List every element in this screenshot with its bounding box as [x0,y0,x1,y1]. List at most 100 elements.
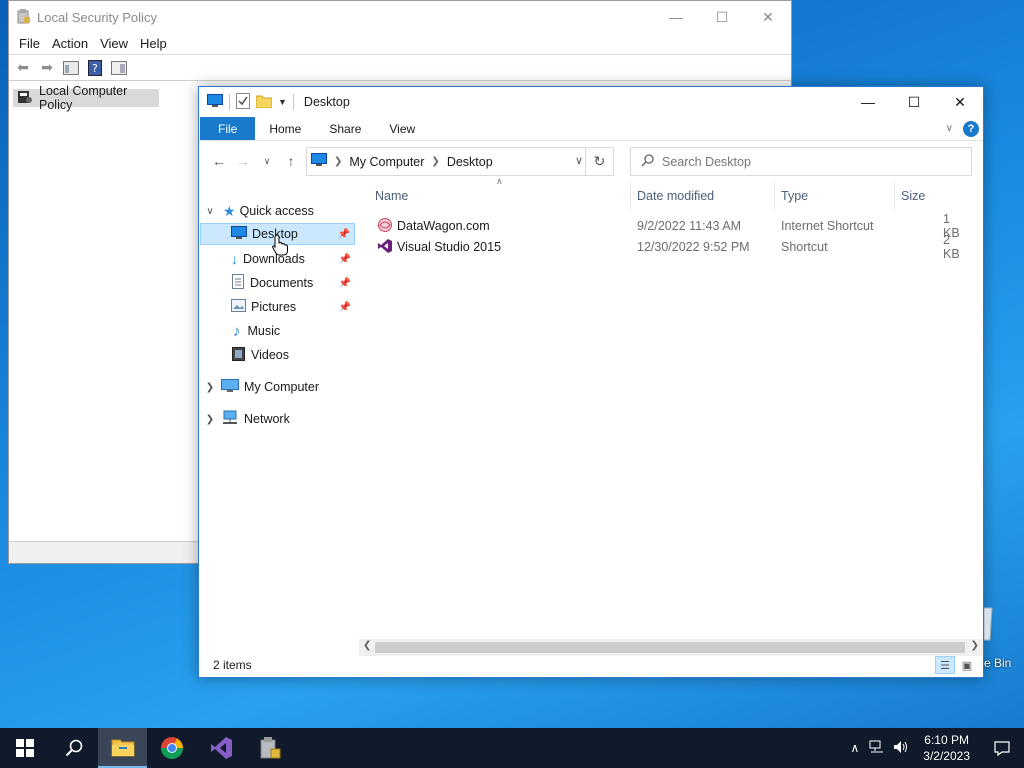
breadcrumb-desktop[interactable]: Desktop [447,155,493,169]
column-header-name[interactable]: Name [369,183,631,209]
tab-share[interactable]: Share [315,117,375,140]
recycle-bin-icon [983,607,993,641]
item-count: 2 items [213,658,252,672]
navigation-pane: ∨ ★ Quick access Desktop 📌 ↓ Downloads 📌… [199,197,359,637]
taskbar: ∧ 6:10 PM 3/2/2023 [0,728,1024,768]
qat-dropdown-icon[interactable]: ▼ [278,97,287,107]
nav-item-documents[interactable]: Documents 📌 [200,272,355,294]
start-button[interactable] [0,728,49,768]
network-status-icon[interactable] [865,740,889,757]
chrome-icon [160,737,183,759]
refresh-icon[interactable]: ↻ [585,148,613,175]
pin-icon[interactable]: 📌 [339,278,351,289]
search-input[interactable] [662,154,942,169]
back-icon[interactable]: ← [207,153,231,169]
scroll-left-icon[interactable]: ❮ [363,640,371,651]
visual-studio-icon [377,238,393,257]
explorer-close-button[interactable]: ✕ [937,87,983,117]
taskbar-file-explorer[interactable] [98,728,147,768]
taskbar-chrome[interactable] [147,728,196,768]
search-taskbar-button[interactable] [49,728,98,768]
column-header-type[interactable]: Type [775,183,895,209]
status-bar: 2 items ☰ ▣ [199,653,983,677]
menu-action[interactable]: Action [46,36,94,51]
search-box[interactable] [630,147,972,176]
menu-help[interactable]: Help [134,36,173,51]
ribbon: File Home Share View ∨ ? [199,117,983,141]
chevron-right-icon[interactable]: ❯ [334,156,342,167]
lsp-maximize-button[interactable]: ☐ [699,1,745,33]
volume-icon[interactable] [889,740,913,757]
search-icon [641,153,654,170]
help-book-icon[interactable]: ? [85,59,105,77]
collapsed-chevron-icon[interactable]: ❯ [203,382,217,393]
details-view-icon[interactable]: ☰ [935,656,955,674]
nav-quick-access[interactable]: ∨ ★ Quick access [203,200,353,222]
tab-file[interactable]: File [200,117,256,140]
properties-icon[interactable] [236,92,250,112]
forward-icon[interactable]: → [231,153,255,169]
up-arrow-icon[interactable]: ↑ [279,153,303,169]
nav-item-videos[interactable]: Videos [200,344,355,366]
pictures-icon [231,299,246,315]
recycle-bin-label: e Bin [984,656,1012,670]
notifications-icon[interactable] [980,740,1024,756]
file-row[interactable]: DataWagon.com 9/2/2022 11:43 AM Internet… [369,212,969,240]
tab-home[interactable]: Home [255,117,315,140]
lsp-menubar: File Action View Help [9,33,791,55]
show-hidden-icons-icon[interactable]: ∧ [844,741,865,755]
menu-file[interactable]: File [13,36,46,51]
menu-view[interactable]: View [94,36,134,51]
column-header-date-modified[interactable]: Date modified [631,183,775,209]
tree-item-local-computer-policy[interactable]: Local Computer Policy [13,84,159,112]
nav-item-pictures[interactable]: Pictures 📌 [200,296,355,318]
scrollbar-thumb[interactable] [375,642,965,653]
lsp-close-button[interactable]: ✕ [745,1,791,33]
security-policy-icon [17,8,31,27]
taskbar-visual-studio[interactable] [196,728,245,768]
lsp-minimize-button[interactable]: — [653,1,699,33]
file-explorer-window[interactable]: ▼ Desktop — ☐ ✕ File Home Share View ∨ ?… [198,86,984,678]
scroll-right-icon[interactable]: ❯ [971,640,979,651]
downloads-arrow-icon: ↓ [231,251,238,267]
explorer-minimize-button[interactable]: — [845,87,891,117]
collapsed-chevron-icon[interactable]: ❯ [203,414,217,425]
help-icon[interactable]: ? [963,120,979,137]
expanded-chevron-icon[interactable]: ∨ [203,206,217,217]
svg-text:?: ? [92,62,98,75]
forward-arrow-icon[interactable]: ➡ [37,59,57,77]
pin-icon[interactable]: 📌 [338,229,350,240]
nav-item-music[interactable]: ♪ Music [200,320,355,342]
lsp-console-tree: Local Computer Policy [9,84,199,541]
large-icons-view-icon[interactable]: ▣ [957,656,977,674]
expand-ribbon-icon[interactable]: ∨ [946,123,953,134]
pin-icon[interactable]: 📌 [339,302,351,313]
pin-icon[interactable]: 📌 [339,254,351,265]
nav-my-computer[interactable]: ❯ My Computer [203,376,353,398]
visual-studio-icon [210,737,232,759]
hand-cursor-icon [272,234,288,259]
breadcrumb-my-computer[interactable]: My Computer [349,155,424,169]
back-arrow-icon[interactable]: ⬅ [13,59,33,77]
tab-view[interactable]: View [375,117,429,140]
clock[interactable]: 6:10 PM 3/2/2023 [913,732,980,764]
folder-icon [111,739,134,757]
address-dropdown-icon[interactable]: ∨ [575,154,583,167]
lsp-title: Local Security Policy [37,9,157,25]
explorer-maximize-button[interactable]: ☐ [891,87,937,117]
chevron-right-icon[interactable]: ❯ [431,156,439,167]
nav-network[interactable]: ❯ Network [203,408,353,430]
column-header-size[interactable]: Size [895,183,973,209]
console-tree-icon[interactable] [61,59,81,77]
show-hide-pane-icon[interactable] [109,59,129,77]
address-bar[interactable]: ❯ My Computer ❯ Desktop ∨ ↻ [306,147,614,176]
new-folder-icon[interactable] [255,94,273,111]
documents-icon [232,274,244,292]
recycle-bin-desktop-icon[interactable]: e Bin [983,606,1024,676]
internet-shortcut-icon [377,217,393,236]
star-icon: ★ [223,202,236,219]
taskbar-local-security-policy[interactable] [245,728,294,768]
recent-locations-icon[interactable]: ∨ [255,156,279,167]
file-row[interactable]: Visual Studio 2015 12/30/2022 9:52 PM Sh… [369,233,969,261]
file-list: ∧ Name Date modified Type Size DataWagon… [369,176,975,643]
